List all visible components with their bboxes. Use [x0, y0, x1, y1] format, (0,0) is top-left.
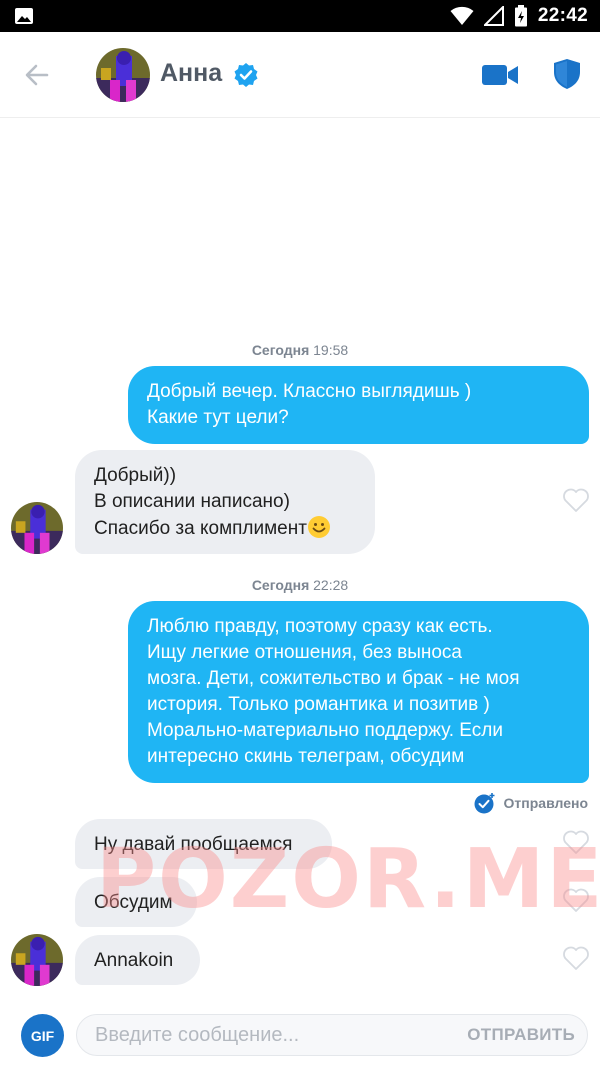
like-heart-icon[interactable]	[562, 887, 590, 913]
contact-name[interactable]: Анна	[160, 59, 222, 88]
outgoing-message[interactable]: Люблю правду, поэтому сразу как есть. Ищ…	[128, 601, 589, 783]
timestamp-prefix: Сегодня	[251, 577, 310, 593]
video-call-icon[interactable]	[481, 62, 519, 88]
message-text: Annakoin	[94, 950, 174, 971]
chat-header: Анна	[0, 32, 600, 118]
timestamp-divider: Сегодня 22:28	[0, 577, 600, 593]
message-line: история. Только романтика и позитив )	[147, 694, 490, 715]
contact-avatar-small[interactable]	[11, 502, 63, 554]
timestamp-prefix: Сегодня	[251, 342, 310, 358]
message-input-box[interactable]: ОТПРАВИТЬ	[76, 1014, 588, 1056]
message-line: интересно скинь телеграм, обсудим	[147, 746, 465, 767]
contact-avatar[interactable]	[96, 48, 150, 102]
timestamp-divider: Сегодня 19:58	[0, 342, 600, 358]
sent-check-icon	[474, 793, 495, 814]
incoming-message[interactable]: Обсудим	[75, 877, 197, 927]
gif-button[interactable]: GIF	[21, 1014, 64, 1057]
status-time: 22:42	[537, 5, 588, 26]
avatar-image	[11, 934, 63, 986]
verified-badge-icon	[234, 63, 258, 87]
image-icon	[15, 8, 33, 24]
battery-icon	[514, 5, 527, 27]
sent-status: Отправлено	[474, 792, 588, 814]
message-line: Добрый вечер. Классно выглядишь )	[147, 381, 472, 402]
message-line: Добрый))	[94, 465, 177, 486]
message-text: Ну давай пообщаемся	[94, 834, 293, 855]
timestamp-time: 19:58	[313, 342, 349, 358]
message-line: Ищу легкие отношения, без выноса	[147, 642, 462, 663]
smiling-face-emoji	[307, 516, 330, 538]
avatar-image	[96, 48, 150, 102]
signal-icon	[483, 6, 504, 26]
message-line: Какие тут цели?	[147, 407, 289, 428]
message-line: В описании написано)	[94, 491, 290, 512]
back-arrow-icon[interactable]	[22, 60, 52, 90]
incoming-message[interactable]: Annakoin	[75, 935, 200, 985]
wifi-icon	[450, 6, 474, 25]
message-input[interactable]	[95, 1015, 455, 1055]
sent-status-label: Отправлено	[503, 795, 588, 811]
message-composer: GIF ОТПРАВИТЬ	[0, 1002, 600, 1067]
like-heart-icon[interactable]	[562, 487, 590, 513]
status-bar: 22:42	[0, 0, 600, 32]
incoming-message[interactable]: Ну давай пообщаемся	[75, 819, 332, 869]
message-line: Морально-материально поддержу. Если	[147, 720, 503, 741]
incoming-message[interactable]: Добрый)) В описании написано) Спасибо за…	[75, 450, 375, 554]
shield-icon[interactable]	[553, 58, 581, 90]
message-line-with-emoji: Спасибо за комплимент	[94, 515, 356, 542]
message-line: Люблю правду, поэтому сразу как есть.	[147, 616, 493, 637]
send-button[interactable]: ОТПРАВИТЬ	[467, 1025, 575, 1045]
outgoing-message[interactable]: Добрый вечер. Классно выглядишь ) Какие …	[128, 366, 589, 444]
avatar-image	[11, 502, 63, 554]
message-text: Обсудим	[94, 892, 173, 913]
contact-avatar-small[interactable]	[11, 934, 63, 986]
timestamp-time: 22:28	[313, 577, 349, 593]
message-line: мозга. Дети, сожительство и брак - не мо…	[147, 668, 520, 689]
like-heart-icon[interactable]	[562, 945, 590, 971]
like-heart-icon[interactable]	[562, 829, 590, 855]
message-text: Спасибо за комплимент	[94, 518, 307, 539]
